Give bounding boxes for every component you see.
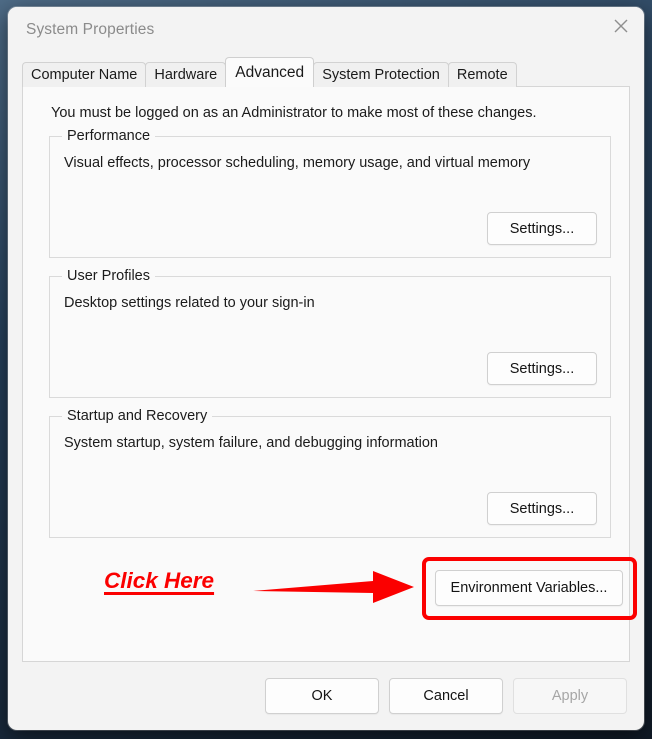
click-here-annotation: Click Here — [104, 568, 215, 593]
tab-computer-name[interactable]: Computer Name — [22, 62, 147, 87]
user-profiles-group-label: User Profiles — [62, 268, 155, 284]
performance-settings-button[interactable]: Settings... — [487, 212, 597, 245]
tab-system-protection[interactable]: System Protection — [313, 62, 449, 87]
startup-recovery-group-label: Startup and Recovery — [62, 408, 213, 424]
dialog-action-bar: OK Cancel Apply — [8, 662, 644, 730]
window-title: System Properties — [26, 21, 155, 38]
tab-hardware[interactable]: Hardware — [145, 62, 227, 87]
startup-recovery-description: System startup, system failure, and debu… — [64, 435, 438, 451]
cancel-button[interactable]: Cancel — [389, 678, 503, 714]
desktop-backdrop: System Properties Computer Name Hardware… — [0, 0, 652, 739]
right-arrow-icon — [251, 569, 416, 610]
startup-recovery-group: Startup and Recovery System startup, sys… — [49, 408, 611, 538]
advanced-tab-panel: You must be logged on as an Administrato… — [22, 86, 637, 662]
environment-variables-button[interactable]: Environment Variables... — [435, 570, 623, 606]
tab-strip: Computer Name Hardware Advanced System P… — [22, 57, 630, 87]
performance-group-label: Performance — [62, 128, 156, 144]
apply-button: Apply — [513, 678, 627, 714]
tab-advanced[interactable]: Advanced — [225, 57, 315, 87]
ok-button[interactable]: OK — [265, 678, 379, 714]
user-profiles-description: Desktop settings related to your sign-in — [64, 295, 315, 311]
startup-recovery-settings-button[interactable]: Settings... — [487, 492, 597, 525]
administrator-notice: You must be logged on as an Administrato… — [51, 105, 537, 121]
user-profiles-settings-button[interactable]: Settings... — [487, 352, 597, 385]
performance-description: Visual effects, processor scheduling, me… — [64, 155, 531, 171]
tab-remote[interactable]: Remote — [447, 62, 517, 87]
title-bar: System Properties — [8, 7, 644, 57]
performance-group: Performance Visual effects, processor sc… — [49, 128, 611, 258]
close-icon — [611, 16, 631, 36]
system-properties-dialog: System Properties Computer Name Hardware… — [8, 7, 644, 730]
close-button[interactable] — [598, 7, 644, 45]
environment-variables-row: Click Here Environment Variables... — [23, 553, 637, 623]
user-profiles-group: User Profiles Desktop settings related t… — [49, 268, 611, 398]
